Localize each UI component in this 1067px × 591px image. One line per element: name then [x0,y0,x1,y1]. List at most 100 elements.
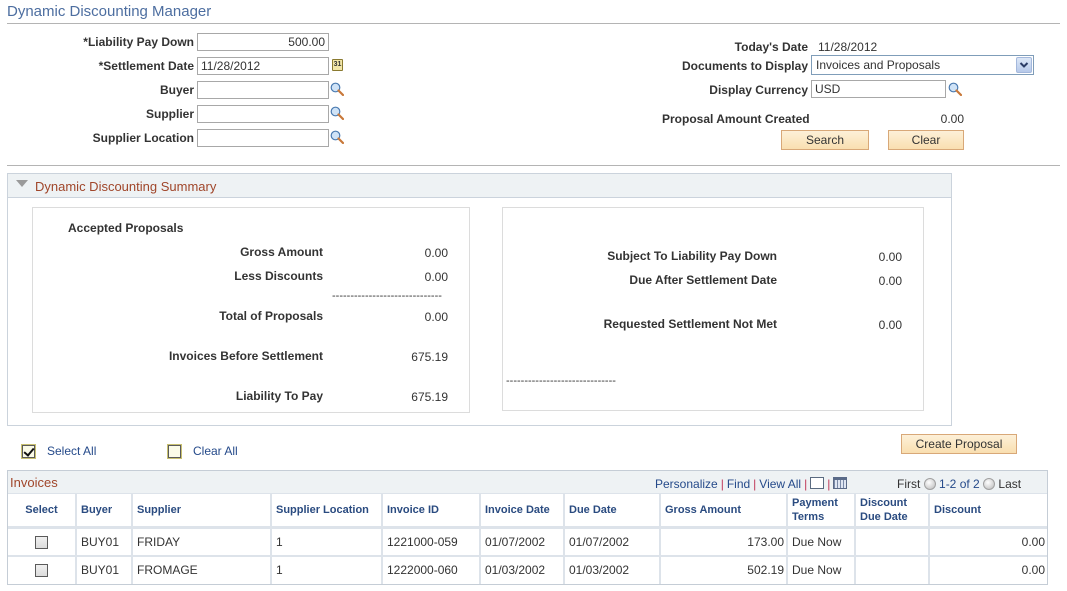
invoices-table: Select Buyer Supplier Supplier Location … [8,494,1047,584]
grid-toolbar: Personalize | Find | View All | | [655,477,848,491]
title-divider [7,23,1060,24]
due-after-settlement-label: Due After Settlement Date [629,273,777,287]
supplier-location-lookup-icon[interactable] [330,130,344,144]
column-header-invoice-id[interactable]: Invoice ID [382,494,481,529]
due-date-cell: 01/03/2002 [564,555,661,584]
page-title: Dynamic Discounting Manager [7,3,212,20]
less-discounts-label: Less Discounts [234,269,323,283]
gross-amount-cell: 173.00 [660,527,788,557]
select-cell [8,555,77,584]
supplier-label: Supplier [145,107,194,121]
supplier-lookup-icon[interactable] [330,106,344,120]
due-after-settlement-value: 0.00 [878,274,902,288]
documents-to-display-select[interactable]: Invoices and Proposals [811,55,1034,75]
summary-title[interactable]: Dynamic Discounting Summary [35,179,216,194]
display-currency-input[interactable]: USD [811,80,946,98]
separator: | [753,477,757,491]
column-header-discount-due-date[interactable]: Discount Due Date [855,494,930,529]
new-window-icon[interactable] [810,477,825,489]
column-header-select[interactable]: Select [8,494,77,529]
supplier-cell: FROMAGE [132,555,272,584]
display-currency-label: Display Currency [709,83,808,97]
column-header-gross-amount[interactable]: Gross Amount [660,494,788,529]
row-select-checkbox[interactable] [35,564,48,578]
first-label[interactable]: First [897,477,920,491]
supplier-location-cell: 1 [271,527,383,557]
previous-arrow-icon[interactable] [923,478,936,490]
invoice-id-link[interactable]: 1222000-060 [382,555,481,584]
discount-cell: 0.00 [1021,563,1045,577]
supplier-location-input[interactable] [197,129,329,147]
buyer-input[interactable] [197,81,329,99]
column-header-supplier[interactable]: Supplier [132,494,272,529]
invoices-grid-header [8,471,1047,494]
column-header-payment-terms[interactable]: Payment Terms [787,494,856,529]
discount-cell: 0.00 [929,527,1047,557]
clear-all-checkbox[interactable] [167,444,182,459]
table-header-row: Select Buyer Supplier Supplier Location … [8,494,1047,529]
clear-all-link[interactable]: Clear All [193,444,238,458]
column-header-supplier-location[interactable]: Supplier Location [271,494,383,529]
section-divider [7,165,1060,166]
view-all-link[interactable]: View All [759,477,801,491]
select-all-checkbox[interactable] [21,444,36,459]
total-of-proposals-label: Total of Proposals [219,309,323,323]
download-spreadsheet-icon[interactable] [833,477,848,489]
calendar-icon[interactable]: 31 [332,59,343,71]
personalize-link[interactable]: Personalize [655,477,718,491]
todays-date-value: 11/28/2012 [818,40,878,54]
search-button[interactable]: Search [781,130,869,150]
select-all-link[interactable]: Select All [47,444,96,458]
supplier-location-cell: 1 [271,555,383,584]
last-label[interactable]: Last [998,477,1021,491]
column-header-invoice-date[interactable]: Invoice Date [480,494,565,529]
currency-lookup-icon[interactable] [948,82,962,96]
buyer-lookup-icon[interactable] [330,82,344,96]
column-header-discount[interactable]: Discount [929,494,1047,529]
totals-divider: ------------------------------ [332,290,442,302]
column-header-due-date[interactable]: Due Date [564,494,661,529]
less-discounts-value: 0.00 [424,270,448,284]
liability-to-pay-label: Liability To Pay [235,389,323,403]
total-of-proposals-value: 0.00 [424,310,448,324]
invoice-date-cell: 01/07/2002 [480,527,565,557]
liability-pay-down-label: *Liability Pay Down [83,35,194,49]
collapse-triangle-icon[interactable] [16,180,28,187]
invoice-id-link[interactable]: 1221000-059 [382,527,481,557]
supplier-input[interactable] [197,105,329,123]
payment-terms-cell: Due Now [787,527,856,557]
dropdown-arrow-icon[interactable] [1016,57,1032,73]
subject-to-liability-value: 0.00 [878,250,902,264]
row-select-checkbox[interactable] [35,535,48,549]
supplier-location-label: Supplier Location [92,131,194,145]
next-arrow-icon[interactable] [983,478,996,490]
subject-to-liability-label: Subject To Liability Pay Down [607,249,777,263]
buyer-label: Buyer [159,83,194,97]
todays-date-label: Today's Date [734,40,808,54]
due-date-cell: 01/07/2002 [564,527,661,557]
right-divider: ------------------------------ [506,375,616,387]
liability-pay-down-input[interactable]: 500.00 [197,33,329,51]
table-row: BUY01 FROMAGE 1 1222000-060 01/03/2002 0… [8,555,1047,584]
page-range: 1-2 of 2 [939,477,980,491]
column-header-buyer[interactable]: Buyer [76,494,133,529]
proposal-amount-created-label: Proposal Amount Created [662,112,810,126]
settlement-date-input[interactable]: 11/28/2012 [197,57,329,75]
invoice-date-cell: 01/03/2002 [480,555,565,584]
requested-settlement-not-met-value: 0.00 [878,318,902,332]
find-link[interactable]: Find [727,477,750,491]
requested-settlement-not-met-label: Requested Settlement Not Met [603,317,777,331]
invoices-before-settlement-value: 675.19 [411,350,448,364]
invoices-before-settlement-label: Invoices Before Settlement [168,349,323,363]
accepted-proposals-heading: Accepted Proposals [68,221,184,235]
gross-amount-value: 0.00 [424,246,448,260]
discount-due-date-cell [855,527,930,557]
documents-to-display-label: Documents to Display [681,59,808,73]
invoices-title: Invoices [10,475,58,490]
create-proposal-button[interactable]: Create Proposal [901,434,1017,454]
grid-pagination: First 1-2 of 2 Last [897,477,1021,491]
discount-due-date-cell [855,555,930,584]
separator: | [827,477,831,491]
buyer-cell: BUY01 [76,555,133,584]
clear-button[interactable]: Clear [888,130,964,150]
